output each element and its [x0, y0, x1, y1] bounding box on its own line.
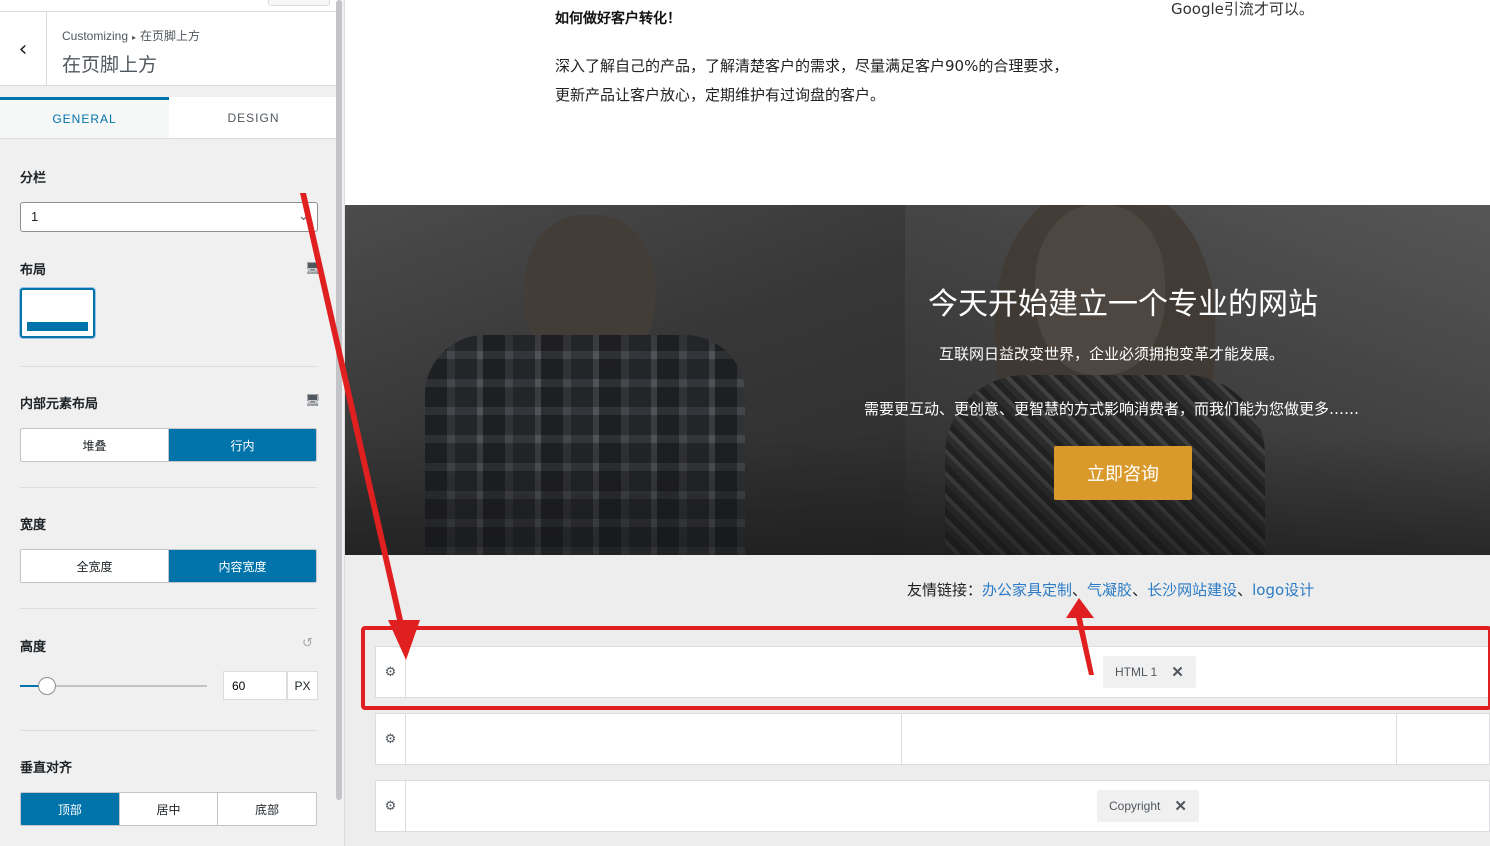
align-bottom-button[interactable]: 底部 [218, 793, 316, 825]
chip-label: HTML 1 [1115, 665, 1158, 679]
width-toggle: 全宽度 内容宽度 [20, 549, 317, 583]
desktop-icon[interactable]: 🖥 [305, 393, 320, 407]
column-divider [901, 714, 902, 764]
section-title: 在页脚上方 [62, 55, 158, 76]
columns-select-value: 1 [31, 209, 39, 224]
width-full-button[interactable]: 全宽度 [21, 550, 169, 582]
friend-links: 友情链接：办公家具定制、气凝胶、长沙网站建设、logo设计 [907, 579, 1314, 600]
hero-subtitle: 互联网日益改变世界，企业必须拥抱变革才能发展。 [939, 345, 1285, 363]
gear-icon[interactable]: ⚙ [376, 714, 406, 764]
layout-option-bar [27, 322, 88, 331]
gear-icon[interactable]: ⚙ [376, 781, 406, 831]
height-number-input[interactable] [223, 671, 287, 700]
reset-icon[interactable]: ↺ [302, 636, 313, 651]
inner-layout-toggle: 堆叠 行内 [20, 428, 317, 462]
close-icon[interactable]: ✕ [1174, 797, 1187, 815]
friend-links-label: 友情链接： [907, 581, 983, 599]
divider [20, 730, 317, 731]
html-widget-chip[interactable]: HTML 1 ✕ [1103, 656, 1196, 688]
footer-area: 友情链接：办公家具定制、气凝胶、长沙网站建设、logo设计 ⚙ HTML 1 ✕ … [345, 555, 1490, 846]
chevron-left-icon: ‹ [18, 36, 28, 62]
friend-link[interactable]: 办公家具定制 [982, 581, 1072, 599]
hero-banner: 今天开始建立一个专业的网站 互联网日益改变世界，企业必须拥抱变革才能发展。 需要… [345, 205, 1490, 555]
vertical-align-label: 垂直对齐 [20, 760, 73, 775]
section-header: ‹ Customizing ▸ 在页脚上方 在页脚上方 [0, 12, 338, 86]
align-middle-button[interactable]: 居中 [120, 793, 219, 825]
breadcrumb-root: Customizing [62, 29, 129, 43]
divider [20, 608, 317, 609]
height-slider-thumb[interactable] [38, 677, 57, 695]
tab-design[interactable]: DESIGN [169, 97, 338, 138]
column-divider [1396, 714, 1397, 764]
divider [20, 366, 317, 367]
gear-icon[interactable]: ⚙ [376, 647, 406, 697]
columns-label: 分栏 [20, 170, 47, 185]
sidebar-top-strip [0, 0, 338, 12]
hero-overlay [345, 205, 1490, 555]
top-button-stub[interactable] [268, 0, 330, 6]
footer-builder-row-above[interactable]: ⚙ HTML 1 ✕ [375, 646, 1490, 698]
tab-general[interactable]: GENERAL [0, 97, 169, 138]
layout-option-full[interactable] [20, 288, 95, 338]
hero-title: 今天开始建立一个专业的网站 [928, 287, 1318, 322]
consult-button[interactable]: 立即咨询 [1054, 446, 1192, 500]
desktop-icon[interactable]: 🖥 [305, 261, 320, 275]
friend-link[interactable]: logo设计 [1252, 581, 1314, 599]
divider [20, 487, 317, 488]
chip-label: Copyright [1109, 799, 1161, 813]
inner-layout-label: 内部元素布局 [20, 396, 99, 411]
sidebar-scrollbar[interactable] [336, 0, 342, 800]
customizer-sidebar: ‹ Customizing ▸ 在页脚上方 在页脚上方 GENERAL DESIGN… [0, 0, 345, 846]
breadcrumb-current: 在页脚上方 [140, 29, 201, 43]
sidebar-text: Google引流才可以。 [1171, 0, 1314, 18]
back-button[interactable]: ‹ [0, 12, 47, 86]
chevron-down-icon: ⌄ [298, 208, 309, 223]
footer-builder-row-main[interactable]: ⚙ [375, 713, 1490, 765]
footer-builder-row-below[interactable]: ⚙ Copyright ✕ [375, 780, 1490, 832]
height-unit-button[interactable]: PX [287, 671, 318, 700]
friend-link-separator: 、 [1132, 581, 1148, 599]
site-preview: 如何做好客户转化！ 深入了解自己的产品，了解清楚客户的需求，尽量满足客户90%的… [345, 0, 1490, 846]
copyright-widget-chip[interactable]: Copyright ✕ [1097, 790, 1199, 822]
hero-subtitle-2: 需要更互动、更创意、更智慧的方式影响消费者，而我们能为您做更多…… [864, 400, 1360, 418]
columns-select[interactable]: 1 ⌄ [20, 202, 318, 232]
breadcrumb: Customizing ▸ 在页脚上方 [62, 27, 200, 44]
vertical-align-toggle: 顶部 居中 底部 [20, 792, 317, 826]
width-label: 宽度 [20, 517, 47, 532]
close-icon[interactable]: ✕ [1171, 663, 1184, 681]
width-content-button[interactable]: 内容宽度 [169, 550, 316, 582]
inner-layout-inline-button[interactable]: 行内 [169, 429, 316, 461]
breadcrumb-separator: ▸ [132, 33, 137, 42]
article-heading: 如何做好客户转化！ [555, 11, 681, 27]
friend-link-separator: 、 [1237, 581, 1253, 599]
tab-bar: GENERAL DESIGN [0, 97, 338, 139]
align-top-button[interactable]: 顶部 [21, 793, 120, 825]
height-label: 高度 [20, 639, 47, 654]
layout-label: 布局 [20, 262, 47, 277]
friend-link-separator: 、 [1072, 581, 1088, 599]
friend-link[interactable]: 气凝胶 [1087, 581, 1132, 599]
inner-layout-stack-button[interactable]: 堆叠 [21, 429, 169, 461]
friend-link[interactable]: 长沙网站建设 [1147, 581, 1237, 599]
article-paragraph: 深入了解自己的产品，了解清楚客户的需求，尽量满足客户90%的合理要求，更新产品让… [555, 57, 1069, 104]
